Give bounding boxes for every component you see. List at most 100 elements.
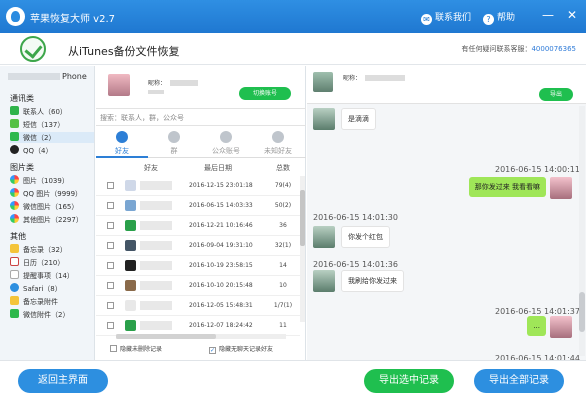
sidebar-item-photos[interactable]: 图片（1039） <box>10 175 94 186</box>
itunes-restore-icon <box>20 36 46 62</box>
hide-empty-friends-option[interactable]: ✓ 隐藏无聊天记录好友 <box>209 344 273 354</box>
message-bubble: ... <box>527 316 546 336</box>
sidebar-item-wechat[interactable]: 微信（2） <box>10 132 94 143</box>
support-info: 有任何疑问联系客服：4000076365 <box>461 45 576 53</box>
row-checkbox[interactable] <box>107 302 114 309</box>
tab-groups[interactable]: 群 <box>148 126 200 158</box>
sidebar-item-qq-photos[interactable]: QQ 图片（9999） <box>10 188 94 199</box>
my-avatar <box>550 316 572 338</box>
redacted-friend-name <box>140 321 172 330</box>
last-date: 2016-09-04 19:31:10 <box>189 242 253 249</box>
group-comm: 通讯类 <box>10 94 34 103</box>
reminders-icon <box>10 270 19 279</box>
sidebar-item-notes-attachment[interactable]: 备忘录附件 <box>10 296 94 307</box>
last-date: 2016-06-15 14:03:33 <box>189 202 253 209</box>
table-row[interactable]: 2016-09-04 19:31:10 32(1) <box>96 236 300 256</box>
friend-avatar <box>125 200 136 211</box>
table-row[interactable]: 2016-12-21 10:16:46 36 <box>96 216 300 236</box>
friend-avatar <box>313 226 335 248</box>
redacted-device-prefix <box>8 73 60 80</box>
scroll-thumb[interactable] <box>300 190 305 246</box>
last-date: 2016-12-21 10:16:46 <box>189 222 253 229</box>
sidebar-item-wechat-attachment[interactable]: 微信附件（2） <box>10 309 94 320</box>
close-button[interactable]: ✕ <box>564 7 580 23</box>
sidebar-item-notes[interactable]: 备忘录（32） <box>10 244 94 255</box>
hide-empty-checkbox[interactable]: ✓ <box>209 347 216 354</box>
category-sidebar: Phone 通讯类 联系人（60） 短信（137） 微信（2） QQ（4） 图片… <box>0 66 95 360</box>
row-checkbox[interactable] <box>107 282 114 289</box>
contact-search-input[interactable]: 搜索：联系人，群，公众号 <box>96 108 306 126</box>
row-checkbox[interactable] <box>107 322 114 329</box>
friend-table: 好友 最后日期 总数 2016-12-15 23:01:18 79(4) 2016-… <box>96 160 306 340</box>
sidebar-item-contacts[interactable]: 联系人（60） <box>10 106 94 117</box>
friend-avatar <box>313 108 335 130</box>
chat-scroll-thumb[interactable] <box>579 292 585 332</box>
export-all-button[interactable]: 导出全部记录 <box>474 369 564 393</box>
notes-icon <box>10 244 19 253</box>
sidebar-item-sms[interactable]: 短信（137） <box>10 119 94 130</box>
sidebar-item-reminders[interactable]: 提醒事项（14） <box>10 270 94 281</box>
other-photos-icon <box>10 214 19 223</box>
redacted-friend-name <box>140 181 172 190</box>
friend-list-scrollbar[interactable] <box>300 176 305 322</box>
friend-tabs: 好友 群 公众账号 未知好友 <box>96 126 306 158</box>
group-other: 其他 <box>10 232 26 241</box>
app-logo-icon <box>6 7 25 26</box>
tab-official-accounts[interactable]: 公众账号 <box>200 126 252 158</box>
tab-friends[interactable]: 好友 <box>96 126 148 158</box>
sidebar-item-wechat-photos[interactable]: 微信图片（165） <box>10 201 94 212</box>
groups-icon <box>168 131 180 143</box>
chat-scrollbar[interactable] <box>579 106 585 356</box>
table-row[interactable]: 2016-12-15 23:01:18 79(4) <box>96 176 300 196</box>
table-row[interactable]: 2016-10-19 23:58:15 14 <box>96 256 300 276</box>
friend-avatar <box>125 300 136 311</box>
wechat-attachment-icon <box>10 309 19 318</box>
tab-unknown-friends[interactable]: 未知好友 <box>252 126 304 158</box>
export-chat-button[interactable]: 导出 <box>539 88 573 101</box>
table-row[interactable]: 2016-06-15 14:03:33 50(2) <box>96 196 300 216</box>
switch-account-button[interactable]: 切换账号 <box>239 87 291 100</box>
table-row[interactable]: 2016-12-05 15:48:31 1/7(1) <box>96 296 300 316</box>
back-to-home-button[interactable]: 返回主界面 <box>18 369 108 393</box>
footer-bar: 返回主界面 导出选中记录 导出全部记录 <box>0 360 586 400</box>
hide-undeleted-checkbox[interactable] <box>110 345 117 352</box>
sidebar-item-calendar[interactable]: 日历（210） <box>10 257 94 268</box>
friend-avatar <box>125 260 136 271</box>
title-bar: 苹果恢复大师 v2.7 ✉ 联系我们 ? 帮助 — ✕ <box>0 0 586 33</box>
help-link[interactable]: ? 帮助 <box>483 10 515 25</box>
friend-avatar <box>125 180 136 191</box>
hide-undeleted-option[interactable]: 隐藏未删除记录 <box>110 344 162 353</box>
last-date: 2016-10-19 23:58:15 <box>189 262 253 269</box>
calendar-icon <box>10 257 19 266</box>
row-checkbox[interactable] <box>107 182 114 189</box>
table-row[interactable]: 2016-12-07 18:24:42 11 <box>96 316 300 336</box>
redacted-account-id <box>148 90 164 94</box>
redacted-friend-name <box>140 241 172 250</box>
export-selected-button[interactable]: 导出选中记录 <box>364 369 454 393</box>
help-icon: ? <box>483 14 494 25</box>
row-checkbox[interactable] <box>107 242 114 249</box>
message-bubble: 你发个红包 <box>341 226 390 248</box>
message-count: 36 <box>279 222 287 229</box>
col-total: 总数 <box>276 164 290 172</box>
sidebar-item-qq[interactable]: QQ（4） <box>10 145 94 156</box>
message-count: 32(1) <box>274 242 292 249</box>
message-count: 10 <box>279 282 287 289</box>
last-date: 2016-12-05 15:48:31 <box>189 302 253 309</box>
col-last-date: 最后日期 <box>204 164 232 172</box>
page-title: 从iTunes备份文件恢复 <box>68 45 180 58</box>
sidebar-item-other-photos[interactable]: 其他图片（2297） <box>10 214 94 225</box>
contact-us-link[interactable]: ✉ 联系我们 <box>421 10 471 25</box>
sidebar-item-safari[interactable]: Safari（8） <box>10 283 94 294</box>
message-bubble: 是滴滴 <box>341 108 376 130</box>
minimize-button[interactable]: — <box>540 7 556 23</box>
friend-avatar <box>125 280 136 291</box>
message-timestamp: 2016-06-15 14:01:36 <box>313 260 398 269</box>
friend-list-hscrollbar[interactable] <box>116 334 286 339</box>
hscroll-thumb[interactable] <box>116 334 216 339</box>
row-checkbox[interactable] <box>107 202 114 209</box>
friend-list-panel: 昵称： 切换账号 搜索：联系人，群，公众号 好友 群 公众账号 未知好友 好友 … <box>96 66 306 360</box>
row-checkbox[interactable] <box>107 222 114 229</box>
table-row[interactable]: 2016-10-10 20:15:48 10 <box>96 276 300 296</box>
row-checkbox[interactable] <box>107 262 114 269</box>
